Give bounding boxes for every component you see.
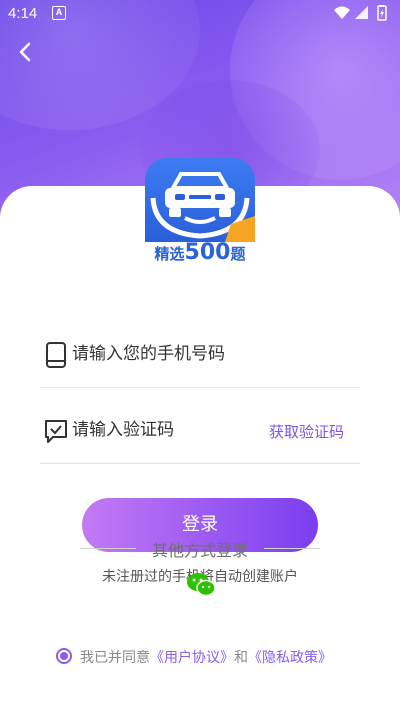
code-field: 获取验证码 (40, 396, 360, 464)
phone-field (40, 320, 360, 388)
get-code-button[interactable]: 获取验证码 (269, 421, 344, 442)
phone-icon (46, 342, 66, 368)
agreement-row: 我已并同意《用户协议》和《隐私政策》 (56, 645, 356, 667)
logo-label-number: 500 (184, 240, 231, 265)
other-login-label: 其他方式登录 (151, 541, 248, 560)
agreement-and: 和 (234, 650, 248, 666)
user-agreement-link[interactable]: 《用户协议》 (150, 650, 234, 666)
logo-label-suffix: 题 (230, 245, 246, 263)
wechat-icon[interactable] (186, 572, 216, 598)
status-icons (334, 5, 387, 21)
app-logo: 精选500题 (145, 158, 255, 268)
status-bar: 4:14 A (0, 0, 400, 26)
back-arrow-icon[interactable] (14, 40, 38, 64)
car-logo-icon (145, 158, 255, 242)
signal-icon (355, 6, 368, 19)
agreement-radio[interactable] (56, 648, 72, 664)
status-time: 4:14 (8, 5, 38, 22)
wifi-icon (334, 6, 350, 19)
verification-code-input[interactable] (72, 412, 282, 448)
agreement-prefix: 我已并同意 (80, 650, 150, 666)
other-login-divider: 其他方式登录 (0, 537, 400, 560)
logo-label-prefix: 精选 (154, 245, 185, 263)
battery-icon (377, 5, 387, 21)
notification-icon: A (52, 6, 66, 20)
message-check-icon (45, 420, 67, 443)
logo-label: 精选500题 (145, 240, 255, 268)
divider-line-right (264, 548, 320, 549)
phone-input[interactable] (72, 336, 282, 372)
privacy-policy-link[interactable]: 《隐私政策》 (248, 650, 332, 666)
